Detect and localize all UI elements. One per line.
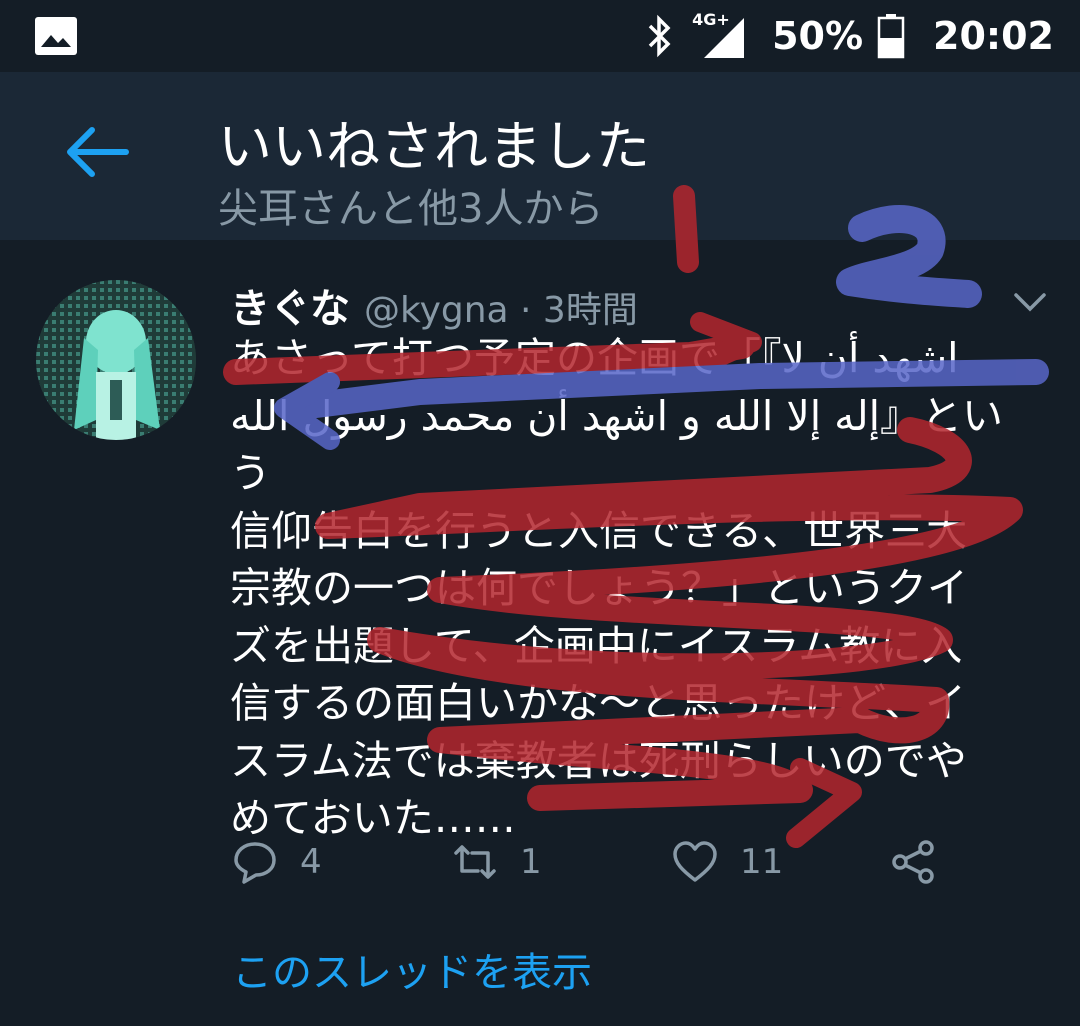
reply-icon [234, 842, 276, 884]
signal-strength-icon [704, 18, 745, 58]
page-subtitle: 尖耳さんと他3人から [218, 186, 604, 232]
avatar-image [36, 280, 196, 440]
tweet-header: きぐな @kygna · 3時間 [230, 276, 638, 332]
battery-icon [877, 14, 905, 59]
clock: 20:02 [933, 14, 1054, 58]
page-header: いいねされました 尖耳さんと他3人から [0, 72, 1080, 240]
reply-button[interactable]: 4 [232, 832, 322, 892]
image-notification-icon [35, 17, 77, 55]
like-button[interactable]: 11 [672, 832, 783, 892]
show-thread-link[interactable]: このスレッドを表示 [232, 940, 592, 998]
heart-icon [673, 841, 717, 882]
status-bar: 4G+ 50% 20:02 [0, 0, 1080, 72]
battery-percent: 50% [772, 14, 864, 58]
share-button[interactable] [890, 832, 936, 892]
author-handle-time: @kygna · 3時間 [364, 290, 638, 331]
like-count: 11 [740, 842, 784, 882]
author-name[interactable]: きぐな [230, 276, 350, 334]
back-arrow-icon[interactable] [62, 122, 132, 182]
avatar[interactable] [36, 280, 196, 440]
bluetooth-icon [648, 14, 671, 58]
retweet-count: 1 [520, 842, 542, 882]
tweet-text: あさって打つ予定の企画で「『اشهد أن لا إله إلا الله و … [230, 334, 1004, 842]
share-icon [892, 840, 934, 884]
tweet-actions: 4 1 11 [230, 832, 1050, 892]
retweet-icon [454, 845, 496, 879]
signal-indicator: 4G+ [692, 10, 748, 60]
page-title: いいねされました [218, 115, 650, 178]
reply-count: 4 [300, 842, 322, 882]
chevron-down-icon[interactable] [1012, 290, 1048, 314]
retweet-button[interactable]: 1 [452, 832, 542, 892]
